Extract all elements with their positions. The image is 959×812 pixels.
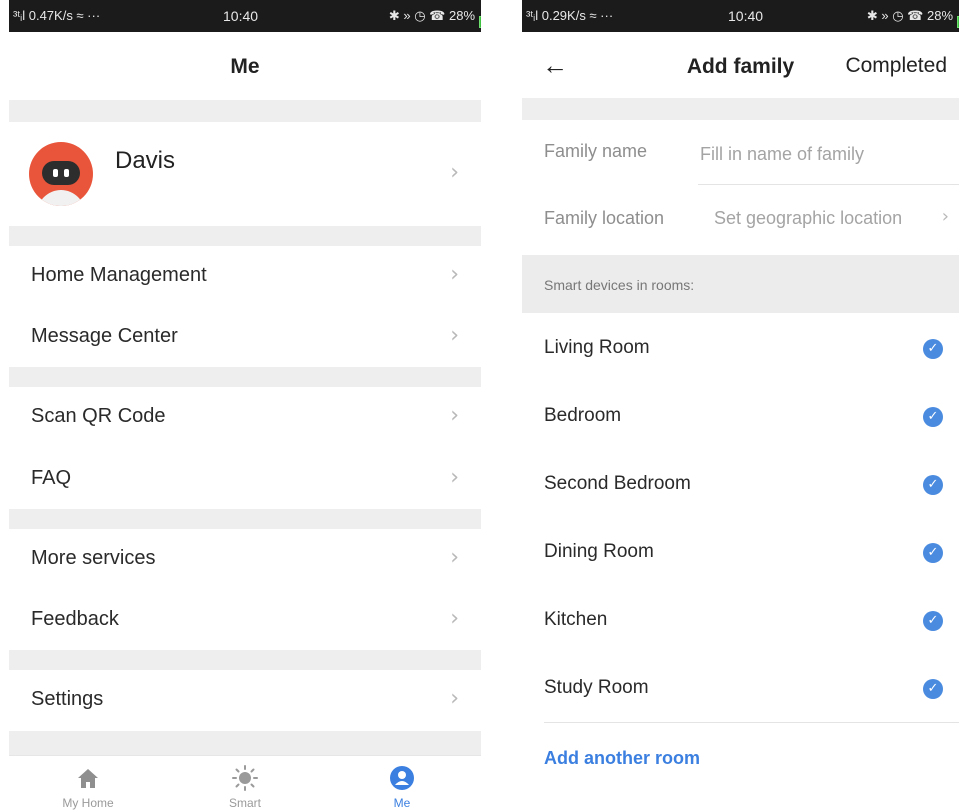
menu-item-scan-qr-code[interactable]: Scan QR Code › <box>9 387 481 447</box>
room-label: Living Room <box>544 337 650 358</box>
status-bar: ³ᵗᵢl 0.29K/s ≈ ··· 10:40 ✱ » ◷ ☎ 28% <box>522 0 959 32</box>
section-gap <box>9 367 481 387</box>
room-label: Bedroom <box>544 405 622 426</box>
room-item-bedroom[interactable]: Bedroom ✓ <box>522 381 959 449</box>
section-gap <box>9 100 481 122</box>
tab-label: My Home <box>62 796 114 810</box>
room-label: Second Bedroom <box>544 473 691 494</box>
room-item-living-room[interactable]: Living Room ✓ <box>522 313 959 381</box>
home-icon <box>78 769 98 788</box>
chevron-right-icon: › <box>450 262 459 287</box>
menu-item-more-services[interactable]: More services › <box>9 529 481 589</box>
menu-item-label: Scan QR Code <box>31 405 166 427</box>
section-header-label: Smart devices in rooms: <box>544 277 695 293</box>
section-gap <box>9 731 481 755</box>
add-another-room-link[interactable]: Add another room <box>544 748 700 769</box>
avatar <box>29 142 93 206</box>
check-circle-icon[interactable]: ✓ <box>923 475 943 495</box>
profile-name: Davis <box>115 147 176 174</box>
section-gap <box>9 650 481 670</box>
menu-item-label: FAQ <box>31 467 72 489</box>
chevron-right-icon: › <box>450 606 459 631</box>
menu-item-settings[interactable]: Settings › <box>9 670 481 730</box>
family-location-row[interactable]: Family location Set geographic location … <box>522 187 959 253</box>
room-label: Dining Room <box>544 541 654 562</box>
divider <box>698 184 959 185</box>
chevron-right-icon: › <box>450 160 459 185</box>
chevron-right-icon: › <box>450 465 459 490</box>
menu-item-label: Settings <box>31 688 104 710</box>
menu-item-label: More services <box>31 547 156 569</box>
divider <box>544 722 959 723</box>
me-screen: ³ᵗᵢl 0.47K/s ≈ ··· 10:40 ✱ » ◷ ☎ 28% Me … <box>9 0 481 812</box>
section-gap <box>9 509 481 529</box>
chevron-right-icon: › <box>941 206 949 227</box>
add-family-screen: ³ᵗᵢl 0.29K/s ≈ ··· 10:40 ✱ » ◷ ☎ 28% ← A… <box>522 0 959 812</box>
family-location-value: Set geographic location <box>714 208 903 228</box>
check-circle-icon[interactable]: ✓ <box>923 543 943 563</box>
tab-smart[interactable]: Smart <box>195 764 295 810</box>
tab-bar: My Home Smart Me <box>9 755 481 812</box>
family-name-input[interactable] <box>698 138 952 170</box>
chevron-right-icon: › <box>450 545 459 570</box>
family-name-row: Family name <box>522 120 959 186</box>
status-right: ✱ » ◷ ☎ 28% <box>867 8 959 28</box>
room-item-study-room[interactable]: Study Room ✓ <box>522 653 959 721</box>
section-gap <box>9 226 481 246</box>
nav-bar: Me <box>9 32 481 100</box>
check-circle-icon[interactable]: ✓ <box>923 679 943 699</box>
user-icon <box>390 766 414 790</box>
chevron-right-icon: › <box>450 323 459 348</box>
page-title: Me <box>230 55 260 78</box>
family-location-label: Family location <box>544 208 665 228</box>
menu-item-label: Message Center <box>31 325 178 347</box>
tab-my-home[interactable]: My Home <box>38 764 138 810</box>
sun-icon <box>232 765 258 791</box>
room-item-kitchen[interactable]: Kitchen ✓ <box>522 585 959 653</box>
check-circle-icon[interactable]: ✓ <box>923 407 943 427</box>
room-item-second-bedroom[interactable]: Second Bedroom ✓ <box>522 449 959 517</box>
menu-item-feedback[interactable]: Feedback › <box>9 590 481 650</box>
menu-item-home-management[interactable]: Home Management › <box>9 246 481 306</box>
tab-me[interactable]: Me <box>352 764 452 810</box>
menu-item-label: Home Management <box>31 264 207 286</box>
signal-network-status: ³ᵗᵢl 0.29K/s ≈ ··· <box>526 8 614 23</box>
status-time: 10:40 <box>223 8 259 24</box>
battery-icon <box>479 16 481 28</box>
signal-network-status: ³ᵗᵢl 0.47K/s ≈ ··· <box>13 8 101 23</box>
check-circle-icon[interactable]: ✓ <box>923 611 943 631</box>
rooms-section-header: Smart devices in rooms: <box>522 255 959 313</box>
profile-row[interactable]: Davis › <box>9 122 481 226</box>
section-gap <box>522 98 959 120</box>
status-bar: ³ᵗᵢl 0.47K/s ≈ ··· 10:40 ✱ » ◷ ☎ 28% <box>9 0 481 32</box>
family-name-label: Family name <box>544 141 648 161</box>
menu-item-label: Feedback <box>31 608 119 630</box>
room-item-dining-room[interactable]: Dining Room ✓ <box>522 517 959 585</box>
tab-label: Smart <box>228 796 261 810</box>
status-time: 10:40 <box>728 8 764 24</box>
completed-button[interactable]: Completed <box>845 54 947 78</box>
check-circle-icon[interactable]: ✓ <box>923 339 943 359</box>
room-label: Kitchen <box>544 609 608 630</box>
chevron-right-icon: › <box>450 403 459 428</box>
nav-bar: ← Add family Completed <box>522 32 959 100</box>
menu-item-faq[interactable]: FAQ › <box>9 449 481 509</box>
menu-item-message-center[interactable]: Message Center › <box>9 307 481 367</box>
chevron-right-icon: › <box>450 686 459 711</box>
room-label: Study Room <box>544 677 649 698</box>
tab-label: Me <box>393 796 411 810</box>
status-right: ✱ » ◷ ☎ 28% <box>389 8 481 28</box>
